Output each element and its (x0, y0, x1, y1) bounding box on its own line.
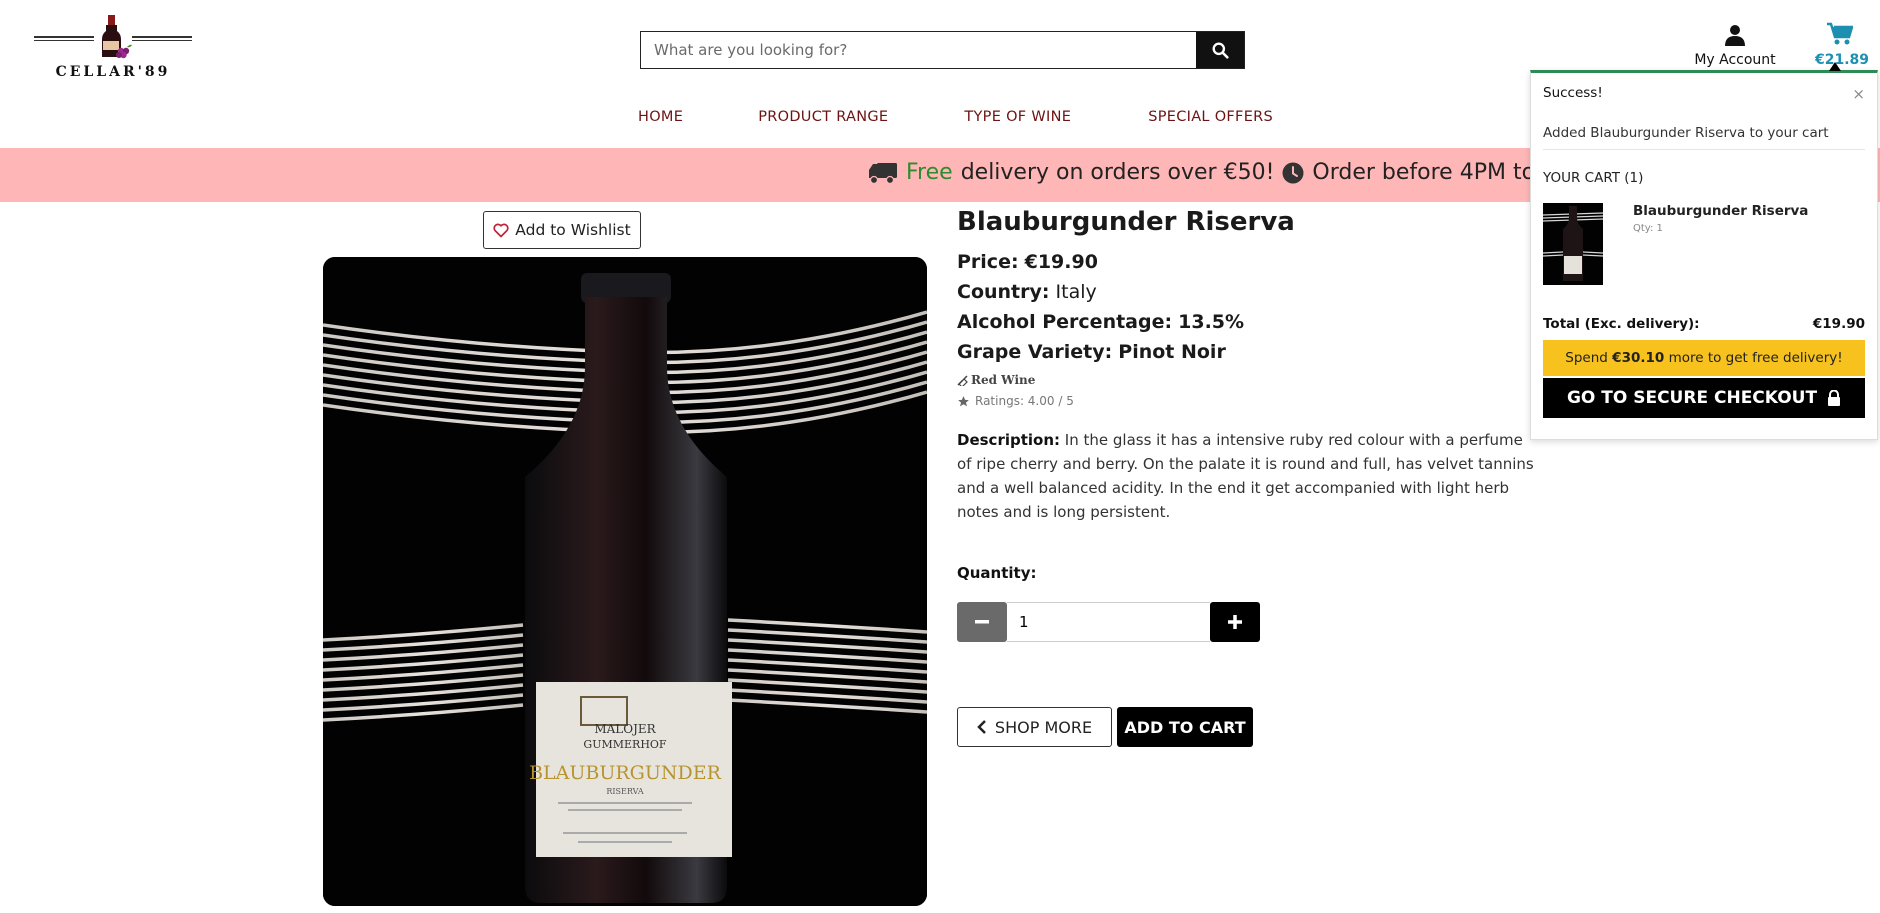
search-bar (640, 31, 1245, 69)
quantity-input[interactable] (1007, 602, 1210, 642)
popup-title: Success! (1543, 85, 1603, 101)
search-button[interactable] (1196, 32, 1244, 68)
clock-icon (1282, 162, 1304, 183)
logo-line-left (34, 36, 94, 41)
user-icon (1725, 25, 1745, 46)
plus-icon (1228, 615, 1242, 629)
minus-icon (975, 620, 989, 624)
quantity-label: Quantity: (957, 564, 1037, 582)
product-description: Description: In the glass it has a inten… (957, 431, 1534, 521)
secure-checkout-button[interactable]: GO TO SECURE CHECKOUT (1543, 378, 1865, 418)
popup-message: Added Blauburgunder Riserva to your cart (1543, 103, 1865, 150)
product-alcohol: Alcohol Percentage: 13.5% (957, 311, 1245, 333)
product-grape: Grape Variety: Pinot Noir (957, 341, 1226, 363)
product-country: Country: Italy (957, 281, 1097, 303)
your-cart-heading: YOUR CART (1) (1543, 170, 1644, 186)
popup-caret (1829, 62, 1841, 71)
tag-icon (957, 375, 968, 386)
promo-delivery-text: delivery on orders over €50! (960, 160, 1275, 185)
wishlist-label: Add to Wishlist (515, 221, 631, 239)
close-icon[interactable]: × (1852, 85, 1865, 103)
cart-total: Total (Exc. delivery): €19.90 (1543, 316, 1865, 332)
label-line-2: GUMMERHOF (583, 738, 667, 751)
cart-popup: Success! × Added Blauburgunder Riserva t… (1530, 62, 1878, 440)
logo-line-right (132, 36, 192, 41)
wine-bottle-photo: MALOJER GUMMERHOF BLAUBURGUNDER RISERVA (323, 257, 927, 906)
free-delivery-notice: Spend €30.10 more to get free delivery! (1543, 340, 1865, 376)
add-to-wishlist-button[interactable]: Add to Wishlist (483, 211, 641, 249)
my-account-link[interactable]: My Account (1690, 24, 1780, 68)
nav-home[interactable]: HOME (638, 109, 683, 125)
my-account-label: My Account (1694, 52, 1776, 68)
nav-type-of-wine[interactable]: TYPE OF WINE (964, 109, 1071, 125)
wine-bottle-grapes-icon (102, 15, 132, 59)
label-line-1: MALOJER (594, 722, 656, 736)
product-info: Blauburgunder Riserva Price: €19.90 Coun… (957, 207, 1542, 747)
product-rating: Ratings: 4.00 / 5 (957, 394, 1542, 408)
wine-type-tag[interactable]: Red Wine (957, 373, 1542, 387)
cart-item-thumbnail (1543, 203, 1603, 285)
cart-total-value: €19.90 (1812, 316, 1865, 332)
quantity-stepper (957, 602, 1542, 642)
cart-item[interactable]: Blauburgunder Riserva Qty: 1 (1531, 186, 1877, 285)
chevron-left-icon (977, 720, 986, 734)
promo-free: Free (906, 160, 953, 185)
cellar89-logo[interactable]: CELLAR'89 (34, 15, 192, 83)
quantity-plus-button[interactable] (1210, 602, 1260, 642)
label-line-4: RISERVA (606, 787, 643, 796)
star-icon (958, 395, 969, 406)
product-title: Blauburgunder Riserva (957, 207, 1295, 237)
search-icon (1212, 42, 1229, 59)
main-nav: HOME PRODUCT RANGE TYPE OF WINE SPECIAL … (638, 109, 1273, 125)
cart-item-name: Blauburgunder Riserva (1633, 203, 1809, 219)
truck-icon (869, 162, 897, 184)
add-to-cart-button[interactable]: ADD TO CART (1117, 707, 1253, 747)
cart-item-qty: Qty: 1 (1633, 223, 1663, 234)
quantity-minus-button[interactable] (957, 602, 1007, 642)
product-actions: SHOP MORE ADD TO CART (957, 707, 1542, 747)
nav-product-range[interactable]: PRODUCT RANGE (758, 109, 888, 125)
lock-icon (1828, 390, 1841, 406)
product-image[interactable]: MALOJER GUMMERHOF BLAUBURGUNDER RISERVA (323, 257, 927, 906)
shop-more-button[interactable]: SHOP MORE (957, 707, 1112, 747)
heart-icon (493, 223, 509, 237)
label-line-3: BLAUBURGUNDER (529, 762, 722, 784)
nav-special-offers[interactable]: SPECIAL OFFERS (1148, 109, 1273, 125)
product-price: Price: €19.90 (957, 251, 1098, 273)
cart-icon (1827, 22, 1854, 45)
logo-text: CELLAR'89 (55, 64, 171, 80)
search-input[interactable] (641, 32, 1196, 68)
promo-order-text: Order before 4PM to (1312, 160, 1536, 185)
